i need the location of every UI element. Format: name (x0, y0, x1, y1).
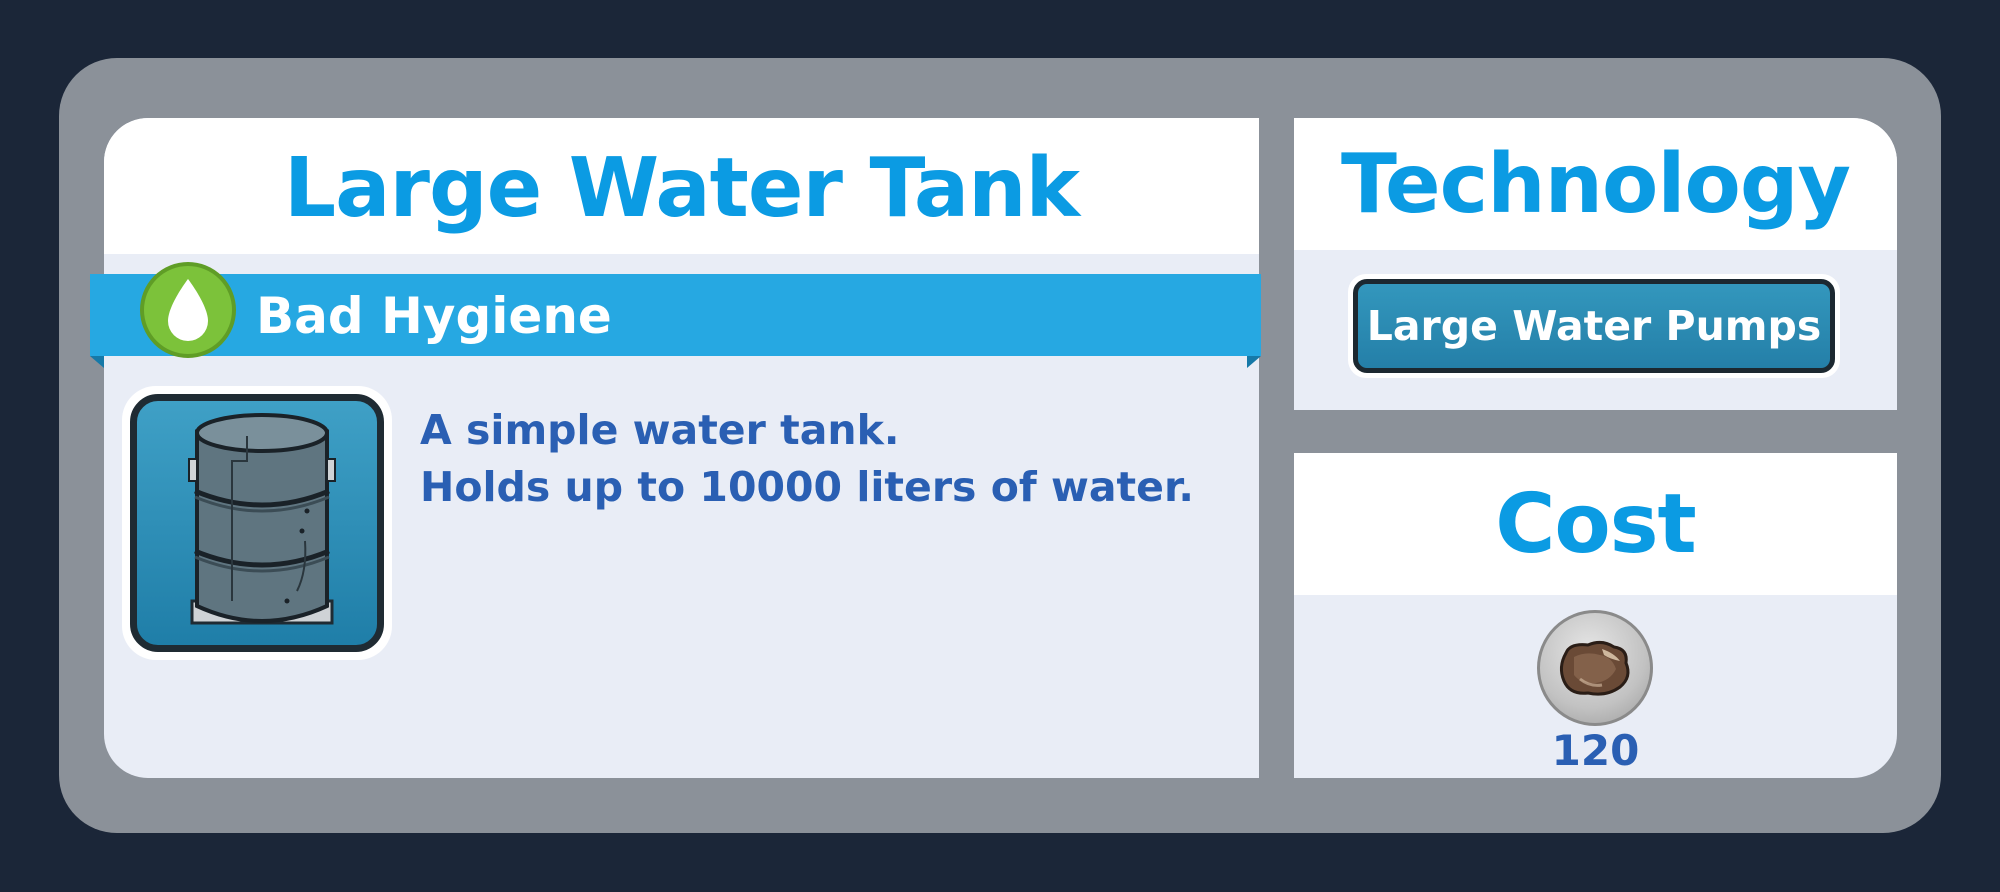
cost-panel: Cost 120 (1294, 453, 1897, 778)
ribbon-fold-right (1247, 356, 1261, 368)
technology-panel: Technology Large Water Pumps (1294, 118, 1897, 410)
description-line: A simple water tank. (420, 406, 900, 454)
item-image-frame (122, 386, 392, 660)
cost-title: Cost (1495, 476, 1697, 572)
technology-title: Technology (1341, 136, 1851, 232)
required-tech-label[interactable]: Large Water Pumps (1353, 279, 1835, 373)
cost-amount: 120 (1551, 726, 1640, 775)
item-description: A simple water tank. Holds up to 10000 l… (420, 402, 1240, 516)
stone-icon (1537, 610, 1653, 726)
description-line: Holds up to 10000 liters of water. (420, 463, 1194, 511)
category-label: Bad Hygiene (256, 287, 612, 345)
required-tech-button[interactable]: Large Water Pumps (1348, 274, 1840, 378)
item-title: Large Water Tank (283, 140, 1080, 236)
item-panel: Large Water Tank Bad Hygiene A simple wa… (90, 118, 1261, 778)
technology-header: Technology (1294, 118, 1897, 250)
water-tank-icon (130, 394, 384, 652)
ribbon-fold-left (90, 356, 104, 368)
water-drop-icon (140, 262, 236, 358)
item-header: Large Water Tank (104, 118, 1259, 254)
cost-header: Cost (1294, 453, 1897, 595)
